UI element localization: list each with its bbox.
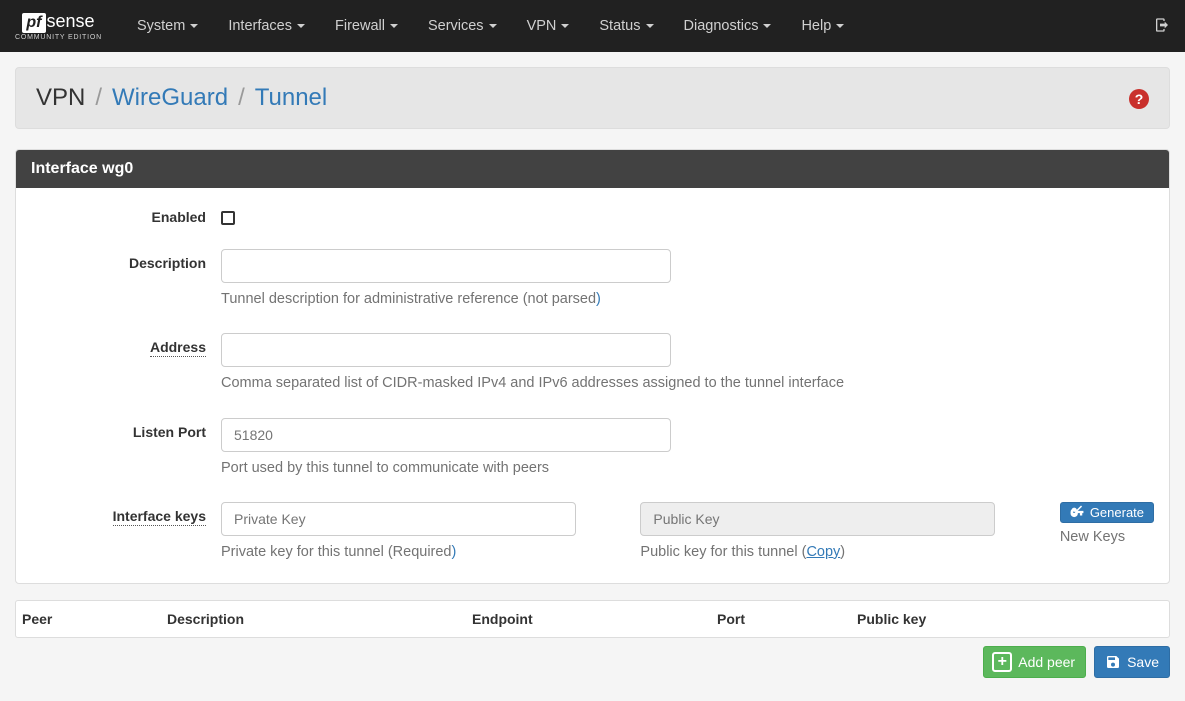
- breadcrumb-tunnel[interactable]: Tunnel: [255, 84, 328, 112]
- nav-label: Status: [599, 18, 640, 34]
- nav-status[interactable]: Status: [584, 3, 668, 49]
- th-description: Description: [167, 611, 472, 627]
- chevron-down-icon: [190, 24, 198, 28]
- action-row: + Add peer Save: [15, 638, 1170, 686]
- listen-port-group: Listen Port Port used by this tunnel to …: [31, 418, 1154, 478]
- chevron-down-icon: [297, 24, 305, 28]
- top-navbar: pf sense COMMUNITY EDITION System Interf…: [0, 0, 1185, 52]
- nav-system[interactable]: System: [122, 3, 213, 49]
- address-group: Address Comma separated list of CIDR-mas…: [31, 333, 1154, 393]
- chevron-down-icon: [763, 24, 771, 28]
- chevron-down-icon: [390, 24, 398, 28]
- interface-panel: Interface wg0 Enabled Description Tunnel…: [15, 149, 1170, 584]
- generate-label: Generate: [1090, 505, 1144, 520]
- chevron-down-icon: [489, 24, 497, 28]
- th-peer: Peer: [22, 611, 167, 627]
- breadcrumb-separator: /: [95, 84, 102, 112]
- listen-port-label: Listen Port: [31, 418, 221, 440]
- logout-button[interactable]: [1154, 17, 1170, 36]
- public-key-help: Public key for this tunnel (Copy): [640, 542, 1029, 562]
- chevron-down-icon: [646, 24, 654, 28]
- chevron-down-icon: [836, 24, 844, 28]
- description-label: Description: [31, 249, 221, 271]
- listen-port-input[interactable]: [221, 418, 671, 452]
- nav-help[interactable]: Help: [786, 3, 859, 49]
- breadcrumb: VPN / WireGuard / Tunnel: [36, 84, 327, 112]
- nav-services[interactable]: Services: [413, 3, 512, 49]
- panel-heading: Interface wg0: [16, 150, 1169, 188]
- th-port: Port: [717, 611, 857, 627]
- enabled-group: Enabled: [31, 203, 1154, 225]
- nav-firewall[interactable]: Firewall: [320, 3, 413, 49]
- description-input[interactable]: [221, 249, 671, 283]
- nav-interfaces[interactable]: Interfaces: [213, 3, 320, 49]
- nav-label: Services: [428, 18, 484, 34]
- breadcrumb-vpn[interactable]: VPN: [36, 84, 85, 112]
- enabled-label: Enabled: [31, 203, 221, 225]
- peer-table: Peer Description Endpoint Port Public ke…: [15, 600, 1170, 638]
- copy-link[interactable]: Copy: [806, 544, 840, 560]
- brand-sense: sense: [47, 11, 95, 32]
- description-help: Tunnel description for administrative re…: [221, 289, 1154, 309]
- address-label: Address: [31, 333, 221, 355]
- key-icon: [1070, 505, 1084, 519]
- address-help: Comma separated list of CIDR-masked IPv4…: [221, 373, 1154, 393]
- help-icon: ?: [1129, 89, 1149, 109]
- nav-label: Firewall: [335, 18, 385, 34]
- interface-keys-label: Interface keys: [31, 502, 221, 524]
- th-endpoint: Endpoint: [472, 611, 717, 627]
- private-key-help: Private key for this tunnel (Required): [221, 542, 610, 562]
- address-input[interactable]: [221, 333, 671, 367]
- breadcrumb-separator: /: [238, 84, 245, 112]
- save-button[interactable]: Save: [1094, 646, 1170, 678]
- nav-menu: System Interfaces Firewall Services VPN …: [122, 3, 1154, 49]
- th-public-key: Public key: [857, 611, 1163, 627]
- nav-label: Help: [801, 18, 831, 34]
- plus-icon: +: [992, 652, 1012, 672]
- enabled-checkbox[interactable]: [221, 211, 235, 225]
- add-peer-label: Add peer: [1018, 654, 1075, 670]
- nav-diagnostics[interactable]: Diagnostics: [669, 3, 787, 49]
- generate-button[interactable]: Generate: [1060, 502, 1154, 523]
- logout-icon: [1154, 17, 1170, 33]
- chevron-down-icon: [561, 24, 569, 28]
- brand-pf: pf: [22, 13, 45, 33]
- private-key-input[interactable]: [221, 502, 576, 536]
- peer-table-header: Peer Description Endpoint Port Public ke…: [16, 601, 1169, 637]
- interface-keys-group: Interface keys Private key for this tunn…: [31, 502, 1154, 562]
- new-keys-text: New Keys: [1060, 529, 1154, 545]
- nav-label: VPN: [527, 18, 557, 34]
- nav-label: Diagnostics: [684, 18, 759, 34]
- brand-ce: COMMUNITY EDITION: [15, 34, 102, 41]
- brand-logo[interactable]: pf sense COMMUNITY EDITION: [15, 11, 102, 41]
- nav-label: Interfaces: [228, 18, 292, 34]
- public-key-input[interactable]: [640, 502, 995, 536]
- save-icon: [1105, 654, 1121, 670]
- breadcrumb-wireguard[interactable]: WireGuard: [112, 84, 228, 112]
- description-group: Description Tunnel description for admin…: [31, 249, 1154, 309]
- page-help-button[interactable]: ?: [1129, 87, 1149, 110]
- breadcrumb-panel: VPN / WireGuard / Tunnel ?: [15, 67, 1170, 129]
- nav-vpn[interactable]: VPN: [512, 3, 585, 49]
- save-label: Save: [1127, 654, 1159, 670]
- listen-port-help: Port used by this tunnel to communicate …: [221, 458, 1154, 478]
- nav-label: System: [137, 18, 185, 34]
- add-peer-button[interactable]: + Add peer: [983, 646, 1086, 678]
